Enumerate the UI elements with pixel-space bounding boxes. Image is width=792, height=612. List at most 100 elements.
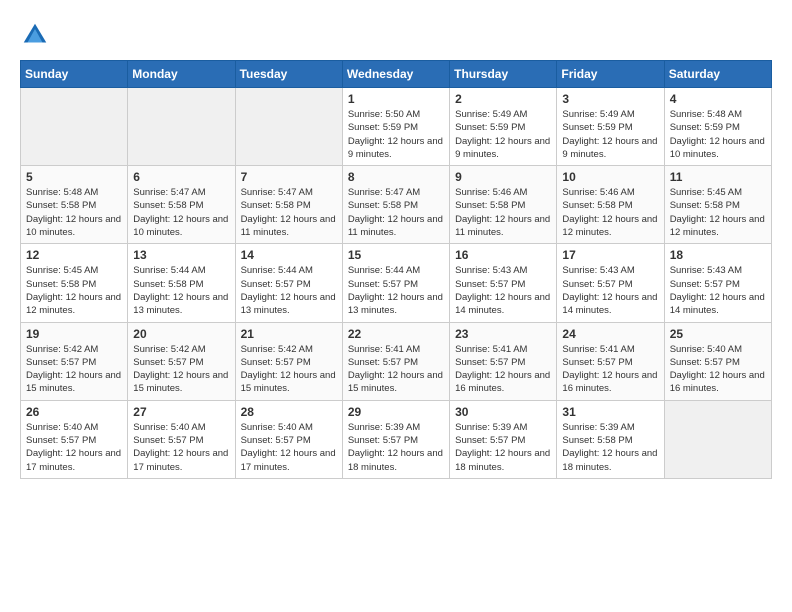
day-number: 9 xyxy=(455,170,551,184)
calendar-header-sunday: Sunday xyxy=(21,61,128,88)
calendar-cell: 11 Sunrise: 5:45 AMSunset: 5:58 PMDayligh… xyxy=(664,166,771,244)
day-info: Sunrise: 5:41 AMSunset: 5:57 PMDaylight:… xyxy=(348,343,444,396)
logo xyxy=(20,20,54,50)
logo-icon xyxy=(20,20,50,50)
day-info: Sunrise: 5:39 AMSunset: 5:58 PMDaylight:… xyxy=(562,421,658,474)
calendar-cell: 15 Sunrise: 5:44 AMSunset: 5:57 PMDayligh… xyxy=(342,244,449,322)
day-number: 8 xyxy=(348,170,444,184)
calendar-cell: 2 Sunrise: 5:49 AMSunset: 5:59 PMDaylight… xyxy=(450,88,557,166)
calendar-cell: 23 Sunrise: 5:41 AMSunset: 5:57 PMDayligh… xyxy=(450,322,557,400)
calendar-cell: 21 Sunrise: 5:42 AMSunset: 5:57 PMDayligh… xyxy=(235,322,342,400)
calendar-header-friday: Friday xyxy=(557,61,664,88)
day-number: 11 xyxy=(670,170,766,184)
day-number: 28 xyxy=(241,405,337,419)
day-number: 24 xyxy=(562,327,658,341)
day-info: Sunrise: 5:40 AMSunset: 5:57 PMDaylight:… xyxy=(241,421,337,474)
calendar-cell: 3Sunrise: 5:49 AMSunset: 5:59 PMDaylight… xyxy=(557,88,664,166)
calendar-cell: 30Sunrise: 5:39 AMSunset: 5:57 PMDayligh… xyxy=(450,400,557,478)
calendar-cell xyxy=(21,88,128,166)
day-info: Sunrise: 5:46 AMSunset: 5:58 PMDaylight:… xyxy=(455,186,551,239)
calendar-cell: 4Sunrise: 5:48 AMSunset: 5:59 PMDaylight… xyxy=(664,88,771,166)
calendar-header-row: SundayMondayTuesdayWednesdayThursdayFrid… xyxy=(21,61,772,88)
day-info: Sunrise: 5:47 AMSunset: 5:58 PMDaylight:… xyxy=(241,186,337,239)
day-number: 12 xyxy=(26,248,122,262)
day-number: 31 xyxy=(562,405,658,419)
calendar-cell: 24 Sunrise: 5:41 AMSunset: 5:57 PMDayligh… xyxy=(557,322,664,400)
calendar-cell: 25Sunrise: 5:40 AMSunset: 5:57 PMDayligh… xyxy=(664,322,771,400)
calendar-cell: 28 Sunrise: 5:40 AMSunset: 5:57 PMDayligh… xyxy=(235,400,342,478)
calendar-header-wednesday: Wednesday xyxy=(342,61,449,88)
day-info: Sunrise: 5:47 AMSunset: 5:58 PMDaylight:… xyxy=(348,186,444,239)
day-number: 14 xyxy=(241,248,337,262)
day-info: Sunrise: 5:46 AMSunset: 5:58 PMDaylight:… xyxy=(562,186,658,239)
day-info: Sunrise: 5:41 AMSunset: 5:57 PMDaylight:… xyxy=(562,343,658,396)
day-number: 26 xyxy=(26,405,122,419)
calendar-cell: 14 Sunrise: 5:44 AMSunset: 5:57 PMDayligh… xyxy=(235,244,342,322)
day-info: Sunrise: 5:39 AMSunset: 5:57 PMDaylight:… xyxy=(348,421,444,474)
page-header xyxy=(20,20,772,50)
calendar-cell: 27 Sunrise: 5:40 AMSunset: 5:57 PMDayligh… xyxy=(128,400,235,478)
day-number: 23 xyxy=(455,327,551,341)
day-number: 19 xyxy=(26,327,122,341)
calendar-week-row: 5Sunrise: 5:48 AMSunset: 5:58 PMDaylight… xyxy=(21,166,772,244)
day-number: 4 xyxy=(670,92,766,106)
calendar-week-row: 19 Sunrise: 5:42 AMSunset: 5:57 PMDayligh… xyxy=(21,322,772,400)
calendar-header-thursday: Thursday xyxy=(450,61,557,88)
calendar-week-row: 1Sunrise: 5:50 AMSunset: 5:59 PMDaylight… xyxy=(21,88,772,166)
calendar-cell xyxy=(664,400,771,478)
calendar-table: SundayMondayTuesdayWednesdayThursdayFrid… xyxy=(20,60,772,479)
calendar-cell: 6Sunrise: 5:47 AMSunset: 5:58 PMDaylight… xyxy=(128,166,235,244)
day-info: Sunrise: 5:43 AMSunset: 5:57 PMDaylight:… xyxy=(455,264,551,317)
day-info: Sunrise: 5:39 AMSunset: 5:57 PMDaylight:… xyxy=(455,421,551,474)
day-info: Sunrise: 5:42 AMSunset: 5:57 PMDaylight:… xyxy=(133,343,229,396)
calendar-cell: 9 Sunrise: 5:46 AMSunset: 5:58 PMDaylight… xyxy=(450,166,557,244)
day-number: 13 xyxy=(133,248,229,262)
day-number: 21 xyxy=(241,327,337,341)
calendar-cell xyxy=(235,88,342,166)
day-info: Sunrise: 5:40 AMSunset: 5:57 PMDaylight:… xyxy=(133,421,229,474)
day-number: 10 xyxy=(562,170,658,184)
day-info: Sunrise: 5:49 AMSunset: 5:59 PMDaylight:… xyxy=(455,108,551,161)
calendar-cell xyxy=(128,88,235,166)
calendar-cell: 8 Sunrise: 5:47 AMSunset: 5:58 PMDaylight… xyxy=(342,166,449,244)
day-number: 29 xyxy=(348,405,444,419)
calendar-cell: 29 Sunrise: 5:39 AMSunset: 5:57 PMDayligh… xyxy=(342,400,449,478)
day-info: Sunrise: 5:43 AMSunset: 5:57 PMDaylight:… xyxy=(670,264,766,317)
calendar-header-tuesday: Tuesday xyxy=(235,61,342,88)
day-number: 18 xyxy=(670,248,766,262)
day-info: Sunrise: 5:42 AMSunset: 5:57 PMDaylight:… xyxy=(241,343,337,396)
calendar-cell: 7 Sunrise: 5:47 AMSunset: 5:58 PMDaylight… xyxy=(235,166,342,244)
calendar-cell: 12 Sunrise: 5:45 AMSunset: 5:58 PMDayligh… xyxy=(21,244,128,322)
day-info: Sunrise: 5:40 AMSunset: 5:57 PMDaylight:… xyxy=(26,421,122,474)
calendar-cell: 13 Sunrise: 5:44 AMSunset: 5:58 PMDayligh… xyxy=(128,244,235,322)
calendar-header-monday: Monday xyxy=(128,61,235,88)
calendar-week-row: 26 Sunrise: 5:40 AMSunset: 5:57 PMDayligh… xyxy=(21,400,772,478)
day-number: 20 xyxy=(133,327,229,341)
day-info: Sunrise: 5:41 AMSunset: 5:57 PMDaylight:… xyxy=(455,343,551,396)
day-number: 1 xyxy=(348,92,444,106)
day-number: 25 xyxy=(670,327,766,341)
day-info: Sunrise: 5:45 AMSunset: 5:58 PMDaylight:… xyxy=(26,264,122,317)
calendar-cell: 20 Sunrise: 5:42 AMSunset: 5:57 PMDayligh… xyxy=(128,322,235,400)
day-number: 15 xyxy=(348,248,444,262)
day-number: 2 xyxy=(455,92,551,106)
calendar-cell: 5Sunrise: 5:48 AMSunset: 5:58 PMDaylight… xyxy=(21,166,128,244)
day-info: Sunrise: 5:47 AMSunset: 5:58 PMDaylight:… xyxy=(133,186,229,239)
day-number: 16 xyxy=(455,248,551,262)
day-number: 17 xyxy=(562,248,658,262)
day-number: 5 xyxy=(26,170,122,184)
calendar-week-row: 12 Sunrise: 5:45 AMSunset: 5:58 PMDayligh… xyxy=(21,244,772,322)
day-info: Sunrise: 5:42 AMSunset: 5:57 PMDaylight:… xyxy=(26,343,122,396)
day-number: 27 xyxy=(133,405,229,419)
day-info: Sunrise: 5:43 AMSunset: 5:57 PMDaylight:… xyxy=(562,264,658,317)
calendar-cell: 17 Sunrise: 5:43 AMSunset: 5:57 PMDayligh… xyxy=(557,244,664,322)
day-number: 7 xyxy=(241,170,337,184)
day-info: Sunrise: 5:44 AMSunset: 5:57 PMDaylight:… xyxy=(348,264,444,317)
calendar-cell: 10 Sunrise: 5:46 AMSunset: 5:58 PMDayligh… xyxy=(557,166,664,244)
day-info: Sunrise: 5:49 AMSunset: 5:59 PMDaylight:… xyxy=(562,108,658,161)
day-info: Sunrise: 5:44 AMSunset: 5:57 PMDaylight:… xyxy=(241,264,337,317)
calendar-cell: 31 Sunrise: 5:39 AMSunset: 5:58 PMDayligh… xyxy=(557,400,664,478)
day-info: Sunrise: 5:44 AMSunset: 5:58 PMDaylight:… xyxy=(133,264,229,317)
calendar-header-saturday: Saturday xyxy=(664,61,771,88)
day-info: Sunrise: 5:45 AMSunset: 5:58 PMDaylight:… xyxy=(670,186,766,239)
